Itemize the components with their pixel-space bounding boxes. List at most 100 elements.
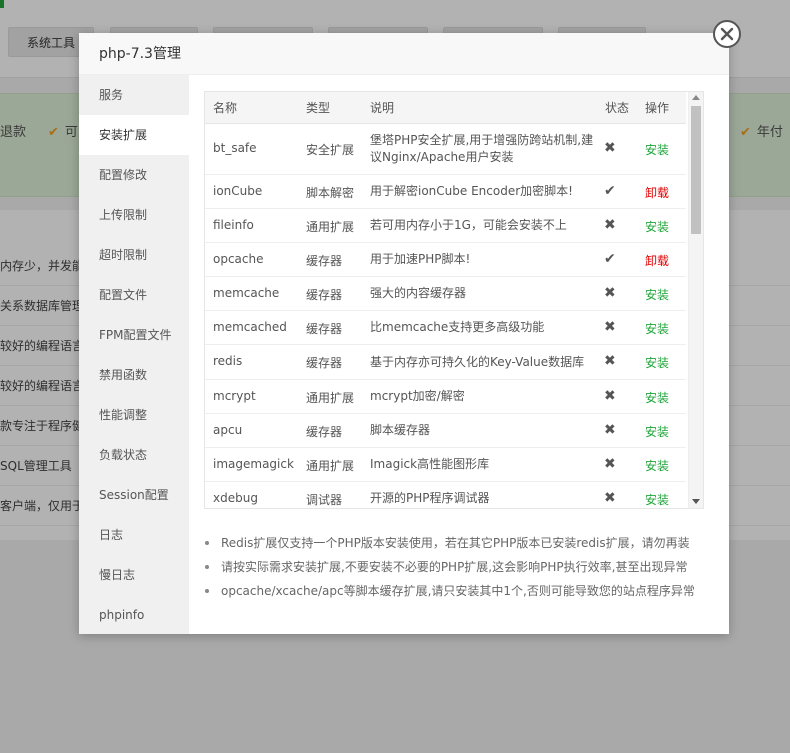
dialog-header: php-7.3管理	[79, 33, 729, 75]
table-row: imagemagick 通用扩展 Imagick高性能图形库 ✖ 安装	[205, 448, 686, 482]
sidebar-item-config-file[interactable]: 配置文件	[79, 275, 189, 315]
table-header: 名称 类型 说明 状态 操作	[205, 92, 686, 124]
sidebar-item-session-config[interactable]: Session配置	[79, 475, 189, 515]
not-installed-cross-icon: ✖	[604, 284, 616, 301]
table-row: fileinfo 通用扩展 若可用内存小于1G，可能会安装不上 ✖ 安装	[205, 209, 686, 243]
extension-type: 通用扩展	[306, 390, 355, 405]
not-installed-cross-icon: ✖	[604, 353, 616, 369]
install-link[interactable]: 安装	[645, 141, 669, 158]
note-item: Redis扩展仅支持一个PHP版本安装使用，若在其它PHP版本已安装redis扩…	[203, 531, 723, 555]
extension-description: 堡塔PHP安全扩展,用于增强防跨站机制,建议Nginx/Apache用户安装	[370, 133, 594, 164]
extension-type: 缓存器	[306, 253, 343, 268]
sidebar-item-timeout-limit[interactable]: 超时限制	[79, 235, 189, 275]
extension-description: Imagick高性能图形库	[370, 457, 490, 471]
extension-type: 缓存器	[306, 356, 343, 370]
uninstall-link[interactable]: 卸载	[645, 252, 669, 269]
extension-description: 用于解密ionCube Encoder加密脚本!	[370, 184, 573, 198]
extension-description: 若可用内存小于1G，可能会安装不上	[370, 218, 567, 232]
scroll-down-arrow-icon[interactable]	[692, 499, 700, 504]
extension-name: memcached	[213, 319, 287, 334]
table-row: ionCube 脚本解密 用于解密ionCube Encoder加密脚本! ✔ 卸载	[205, 175, 686, 209]
extension-type: 安全扩展	[306, 143, 355, 157]
install-link[interactable]: 安装	[645, 491, 669, 508]
table-scrollbar[interactable]	[688, 92, 703, 508]
sidebar-item-phpinfo[interactable]: phpinfo	[79, 595, 189, 635]
extension-name: mcrypt	[213, 388, 256, 403]
extensions-table: 名称 类型 说明 状态 操作 bt_safe 安全扩展 堡塔PHP安全扩展,用于增强…	[204, 91, 704, 509]
extension-name: bt_safe	[213, 141, 257, 155]
not-installed-cross-icon: ✖	[604, 387, 616, 404]
extension-type: 缓存器	[306, 321, 343, 336]
install-link[interactable]: 安装	[645, 354, 669, 371]
sidebar-item-performance-tuning[interactable]: 性能调整	[79, 395, 189, 435]
extension-description: 用于加速PHP脚本!	[370, 252, 471, 266]
column-header-type: 类型	[306, 101, 331, 115]
dialog-title: php-7.3管理	[99, 46, 181, 62]
close-icon	[720, 27, 734, 41]
sidebar-item-slow-log[interactable]: 慢日志	[79, 555, 189, 595]
table-row: mcrypt 通用扩展 mcrypt加密/解密 ✖ 安装	[205, 380, 686, 414]
column-header-name: 名称	[213, 101, 238, 115]
sidebar-item-upload-limit[interactable]: 上传限制	[79, 195, 189, 235]
install-link[interactable]: 安装	[645, 389, 669, 406]
close-button[interactable]	[713, 20, 741, 48]
extension-type: 脚本解密	[306, 185, 355, 200]
column-header-description: 说明	[370, 101, 395, 115]
extension-name: imagemagick	[213, 456, 294, 471]
table-row: memcached 缓存器 比memcache支持更多高级功能 ✖ 安装	[205, 311, 686, 345]
extension-name: redis	[213, 354, 243, 368]
extension-type: 缓存器	[306, 424, 343, 439]
table-row: opcache 缓存器 用于加速PHP脚本! ✔ 卸载	[205, 243, 686, 277]
note-item: opcache/xcache/apc等脚本缓存扩展,请只安装其中1个,否则可能导…	[203, 579, 723, 603]
table-row: memcache 缓存器 强大的内容缓存器 ✖ 安装	[205, 277, 686, 311]
install-link[interactable]: 安装	[645, 320, 669, 337]
extension-description: 脚本缓存器	[370, 423, 431, 437]
sidebar-item-fpm-config-file[interactable]: FPM配置文件	[79, 315, 189, 355]
table-row: bt_safe 安全扩展 堡塔PHP安全扩展,用于增强防跨站机制,建议Nginx/A…	[205, 124, 686, 175]
table-row: apcu 缓存器 脚本缓存器 ✖ 安装	[205, 414, 686, 448]
dialog-sidebar: 服务 安装扩展 配置修改 上传限制 超时限制 配置文件 FPM配置文件 禁用函数…	[79, 75, 189, 634]
not-installed-cross-icon: ✖	[604, 489, 616, 506]
install-link[interactable]: 安装	[645, 218, 669, 235]
extension-type: 通用扩展	[306, 458, 355, 473]
install-link[interactable]: 安装	[645, 286, 669, 303]
sidebar-item-service[interactable]: 服务	[79, 75, 189, 115]
install-link[interactable]: 安装	[645, 423, 669, 440]
not-installed-cross-icon: ✖	[604, 455, 616, 472]
extension-description: 强大的内容缓存器	[370, 286, 467, 300]
note-item: 请按实际需求安装扩展,不要安装不必要的PHP扩展,这会影响PHP执行效率,甚至出…	[203, 555, 723, 579]
php-manage-dialog: php-7.3管理 服务 安装扩展 配置修改 上传限制 超时限制 配置文件 FP…	[79, 20, 741, 634]
installed-check-icon: ✔	[604, 250, 616, 267]
uninstall-link[interactable]: 卸载	[645, 184, 669, 201]
table-body: bt_safe 安全扩展 堡塔PHP安全扩展,用于增强防跨站机制,建议Nginx/A…	[205, 124, 686, 508]
sidebar-item-load-status[interactable]: 负载状态	[79, 435, 189, 475]
sidebar-item-config-modify[interactable]: 配置修改	[79, 155, 189, 195]
extension-name: ionCube	[213, 183, 263, 198]
not-installed-cross-icon: ✖	[604, 140, 616, 156]
table-row: xdebug 调试器 开源的PHP程序调试器 ✖ 安装	[205, 482, 686, 508]
sidebar-item-log[interactable]: 日志	[79, 515, 189, 555]
extension-type: 通用扩展	[306, 219, 355, 234]
install-link[interactable]: 安装	[645, 457, 669, 474]
column-header-status: 状态	[605, 101, 630, 115]
scrollbar-thumb[interactable]	[691, 106, 701, 234]
extension-name: xdebug	[213, 490, 258, 505]
table-row: redis 缓存器 基于内存亦可持久化的Key-Value数据库 ✖ 安装	[205, 345, 686, 380]
extension-description: 基于内存亦可持久化的Key-Value数据库	[370, 354, 585, 369]
extension-name: apcu	[213, 422, 243, 437]
sidebar-item-install-extensions[interactable]: 安装扩展	[79, 115, 189, 155]
extension-description: 开源的PHP程序调试器	[370, 491, 490, 505]
scroll-up-arrow-icon[interactable]	[692, 95, 700, 100]
extension-name: fileinfo	[213, 217, 254, 232]
notes-list: Redis扩展仅支持一个PHP版本安装使用，若在其它PHP版本已安装redis扩…	[203, 531, 723, 603]
extension-name: memcache	[213, 285, 280, 300]
sidebar-item-disabled-functions[interactable]: 禁用函数	[79, 355, 189, 395]
extension-description: mcrypt加密/解密	[370, 389, 465, 403]
extension-type: 调试器	[306, 492, 343, 507]
column-header-operation: 操作	[645, 101, 670, 115]
extension-description: 比memcache支持更多高级功能	[370, 320, 545, 334]
not-installed-cross-icon: ✖	[604, 216, 616, 233]
extension-type: 缓存器	[306, 287, 343, 302]
installed-check-icon: ✔	[604, 182, 616, 199]
not-installed-cross-icon: ✖	[604, 421, 616, 438]
